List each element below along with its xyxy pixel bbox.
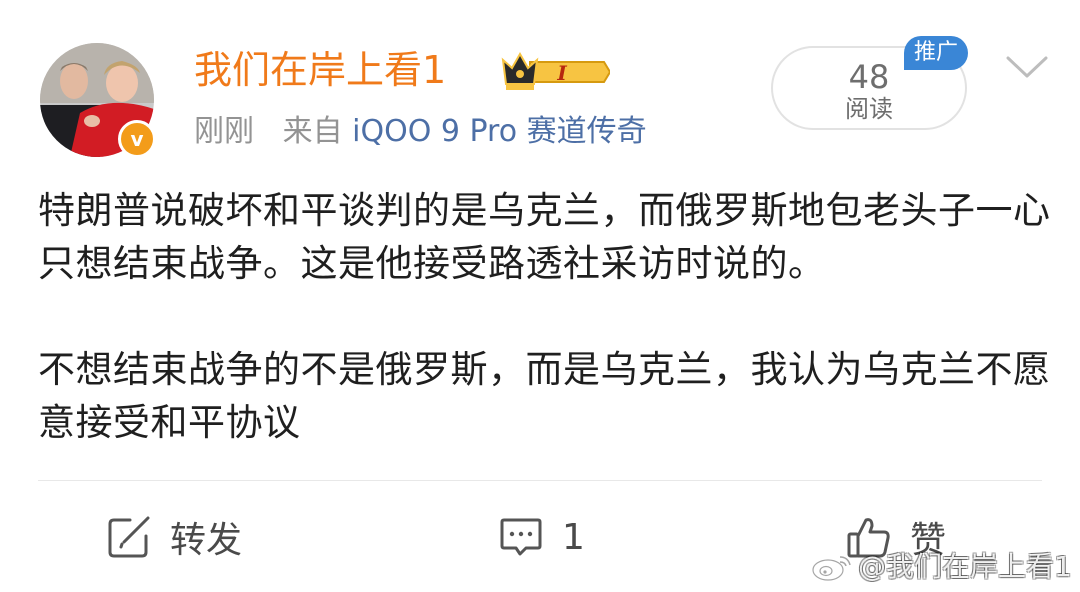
post-paragraph: 特朗普说破坏和平谈判的是乌克兰，而俄罗斯地包老头子一心只想结束战争。这是他接受路… — [38, 189, 1051, 285]
repost-button[interactable]: 转发 — [106, 510, 242, 564]
verified-badge-icon: v — [118, 120, 156, 158]
watermark: @我们在岸上看1 — [810, 548, 1072, 586]
post-body: 特朗普说破坏和平谈判的是乌克兰，而俄罗斯地包老头子一心只想结束战争。这是他接受路… — [38, 184, 1058, 449]
post-time: 刚刚 — [194, 114, 254, 149]
comment-button[interactable]: 1 — [498, 510, 585, 564]
watermark-text: @我们在岸上看1 — [858, 550, 1072, 583]
username[interactable]: 我们在岸上看1 — [194, 44, 446, 96]
vip-level-label: I — [556, 61, 567, 85]
weibo-logo-icon — [812, 556, 851, 581]
chevron-down-icon[interactable] — [1004, 52, 1050, 82]
promo-tag[interactable]: 推广 — [904, 36, 968, 70]
repost-icon — [108, 516, 150, 558]
crown-badge-icon: I — [501, 51, 610, 90]
source-app[interactable]: iQOO 9 Pro 赛道传奇 — [352, 114, 646, 149]
comment-icon — [500, 518, 542, 556]
divider — [38, 480, 1042, 481]
read-label: 阅读 — [845, 95, 893, 123]
repost-label: 转发 — [170, 520, 243, 561]
source-prefix: 来自 — [282, 114, 343, 149]
post-paragraph: 不想结束战争的不是俄罗斯，而是乌克兰，我认为乌克兰不愿意接受和平协议 — [38, 348, 1051, 444]
weibo-post-card: v 我们在岸上看1 I 刚刚 来自 iQOO 9 Pro 赛道传奇 48 阅读 … — [0, 0, 1080, 592]
post-meta: 刚刚 来自 iQOO 9 Pro 赛道传奇 — [194, 110, 647, 154]
comment-count: 1 — [562, 516, 585, 558]
